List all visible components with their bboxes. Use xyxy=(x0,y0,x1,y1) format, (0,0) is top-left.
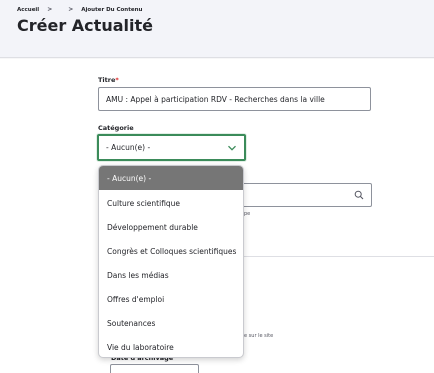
field-helper-text: pe xyxy=(244,211,251,217)
category-option-media[interactable]: Dans les médias xyxy=(99,263,243,287)
category-option-lab-life[interactable]: Vie du laboratoire xyxy=(99,335,243,357)
category-option-congress[interactable]: Congrès et Colloques scientifiques xyxy=(99,239,243,263)
category-select-value: - Aucun(e) - xyxy=(106,143,151,152)
search-input[interactable] xyxy=(238,183,372,207)
breadcrumb-separator: > xyxy=(47,6,53,13)
archive-date-input[interactable] xyxy=(110,364,199,373)
breadcrumb: Accueil > > Ajouter Du Contenu xyxy=(17,6,142,13)
field-helper-text: e sur le site xyxy=(244,333,274,339)
title-input[interactable]: AMU : Appel à participation RDV - Recher… xyxy=(98,87,371,111)
title-label-text: Titre xyxy=(98,76,116,84)
category-option-sustainable[interactable]: Développement durable xyxy=(99,215,243,239)
title-field-label: Titre* xyxy=(98,76,119,84)
chevron-down-icon xyxy=(228,145,236,151)
category-option-culture[interactable]: Culture scientifique xyxy=(99,191,243,215)
category-field-label: Catégorie xyxy=(98,124,134,132)
breadcrumb-add-content-link[interactable]: Ajouter Du Contenu xyxy=(81,7,142,13)
page-header: Accueil > > Ajouter Du Contenu Créer Act… xyxy=(0,0,434,58)
category-option-jobs[interactable]: Offres d'emploi xyxy=(99,287,243,311)
category-dropdown-list: - Aucun(e) - Culture scientifique Dévelo… xyxy=(98,165,244,358)
search-icon xyxy=(354,190,364,200)
category-option-defenses[interactable]: Soutenances xyxy=(99,311,243,335)
section-divider xyxy=(244,256,434,257)
required-mark: * xyxy=(115,76,119,84)
breadcrumb-separator: > xyxy=(68,6,74,13)
category-select[interactable]: - Aucun(e) - xyxy=(97,134,246,161)
category-option-none[interactable]: - Aucun(e) - xyxy=(99,166,243,190)
page-title: Créer Actualité xyxy=(17,16,153,35)
breadcrumb-home-link[interactable]: Accueil xyxy=(17,7,39,13)
